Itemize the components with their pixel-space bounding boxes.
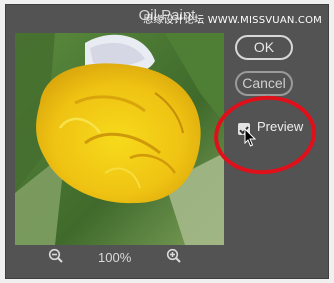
zoom-out-icon-glyph <box>48 248 63 263</box>
zoom-in-icon[interactable] <box>166 248 182 268</box>
preview-image[interactable] <box>15 33 224 245</box>
watermark-text: 思缘设计论坛 WWW.MISSVUAN.COM <box>143 15 322 26</box>
zoom-in-icon-glyph <box>166 248 181 263</box>
red-annotation-ellipse <box>214 95 316 175</box>
zoom-out-icon[interactable] <box>48 248 64 268</box>
ok-button[interactable]: OK <box>235 35 293 60</box>
oil-painted-flower-image <box>15 33 224 245</box>
zoom-level: 100% <box>98 250 132 265</box>
oil-paint-dialog: Oil Paint 思缘设计论坛 WWW.MISSVUAN.COM 100% O… <box>5 4 329 279</box>
